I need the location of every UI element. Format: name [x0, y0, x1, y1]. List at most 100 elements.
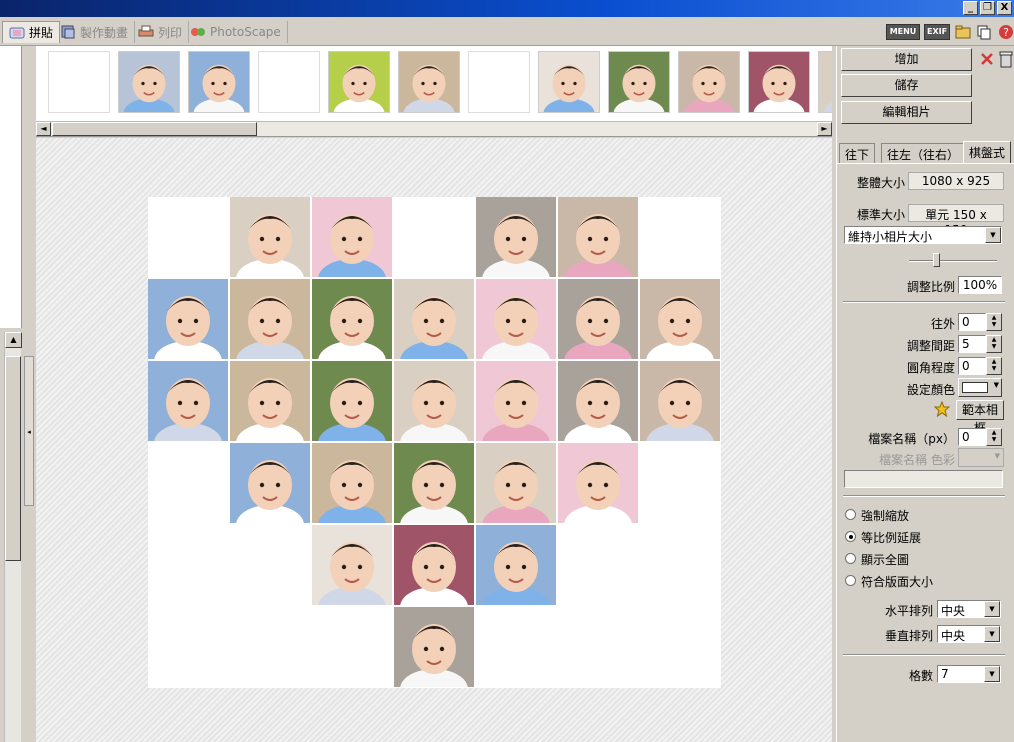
collage-photo-tile[interactable] [558, 443, 638, 523]
overall-size-label: 整體大小 [856, 176, 905, 190]
collage-photo-tile[interactable] [148, 361, 228, 441]
radio-force-scale-label: 強制縮放 [861, 509, 910, 523]
collage-photo-tile[interactable] [394, 279, 474, 359]
collage-sheet[interactable] [148, 197, 721, 688]
chevron-down-icon[interactable]: ▼ [984, 601, 1000, 617]
filmstrip-thumbnail[interactable] [48, 51, 110, 113]
collage-photo-tile[interactable] [640, 279, 720, 359]
chevron-down-icon[interactable]: ▼ [984, 666, 1000, 682]
filmstrip-thumbnail[interactable] [818, 51, 832, 113]
chevron-down-icon[interactable]: ▼ [984, 626, 1000, 642]
radio-fit-layout[interactable] [845, 575, 856, 586]
exif-icon[interactable]: EXIF [924, 24, 950, 40]
outer-spinner-icon[interactable]: ▲ ▼ [986, 313, 1002, 331]
vertical-scroll-thumb[interactable] [5, 356, 21, 561]
collage-photo-tile[interactable] [394, 525, 474, 605]
divider [843, 654, 1005, 656]
spacing-spinner-icon[interactable]: ▲ ▼ [986, 335, 1002, 353]
horizontal-scroll-thumb[interactable] [52, 122, 257, 136]
filmstrip-thumbnail[interactable] [258, 51, 320, 113]
filmstrip-thumbnail[interactable] [188, 51, 250, 113]
keep-size-select[interactable]: 維持小相片大小 [844, 226, 1002, 244]
collage-photo-tile[interactable] [476, 361, 556, 441]
radio-show-full[interactable] [845, 553, 856, 564]
collage-photo-tile[interactable] [312, 197, 392, 277]
collage-photo-tile[interactable] [476, 197, 556, 277]
collage-photo-tile[interactable] [312, 361, 392, 441]
corner-input[interactable]: 0 [958, 357, 986, 375]
tab-print[interactable]: 列印 [132, 21, 190, 43]
filmstrip-thumbnail[interactable] [118, 51, 180, 113]
scroll-left-arrow-icon[interactable]: ◄ [36, 122, 51, 136]
delete-icon[interactable] [979, 51, 995, 67]
color-picker[interactable]: ▼ [958, 378, 1002, 397]
options-panel: 增加 儲存 編輯相片 往下 往左（往右） 棋盤式 整體大小 1080 x 925… [836, 46, 1014, 742]
copy-icon[interactable] [976, 24, 992, 40]
scroll-right-arrow-icon[interactable]: ► [817, 122, 832, 136]
collage-photo-tile[interactable] [394, 361, 474, 441]
spacing-input[interactable]: 5 [958, 335, 986, 353]
panel-splitter[interactable]: ◂ [22, 328, 36, 742]
filmstrip-thumbnail[interactable] [678, 51, 740, 113]
help-icon[interactable]: ? [998, 24, 1014, 40]
scale-slider-track[interactable] [909, 260, 997, 262]
scale-slider-thumb[interactable] [933, 253, 940, 267]
radio-force-scale[interactable] [845, 509, 856, 520]
subtab-down[interactable]: 往下 [839, 143, 876, 163]
subtab-left-right[interactable]: 往左（往右） [881, 143, 966, 163]
divider [843, 301, 1005, 303]
collage-photo-tile[interactable] [476, 443, 556, 523]
tab-animation[interactable]: 製作動畫 [54, 21, 136, 43]
collage-photo-tile[interactable] [558, 279, 638, 359]
collage-photo-tile[interactable] [230, 361, 310, 441]
h-align-label: 水平排列 [884, 604, 933, 618]
collage-photo-tile[interactable] [312, 279, 392, 359]
filmstrip-thumbnail[interactable] [328, 51, 390, 113]
filmstrip-thumbnail[interactable] [468, 51, 530, 113]
collage-photo-tile[interactable] [230, 279, 310, 359]
folder-icon[interactable] [955, 24, 971, 40]
collage-photo-tile[interactable] [476, 525, 556, 605]
filmstrip-thumbnail[interactable] [608, 51, 670, 113]
collage-photo-tile[interactable] [640, 361, 720, 441]
tab-collage[interactable]: 拼貼 [2, 21, 61, 43]
collage-photo-tile[interactable] [148, 279, 228, 359]
frame-template-button[interactable]: 範本相框 [956, 400, 1004, 435]
scale-input[interactable]: 100% [958, 276, 1002, 294]
filename-size-input[interactable]: 0 [958, 428, 986, 446]
collage-photo-tile[interactable] [476, 279, 556, 359]
subtab-grid[interactable]: 棋盤式 [963, 141, 1012, 163]
add-button[interactable]: 增加 [841, 48, 972, 71]
photo-filmstrip[interactable] [36, 46, 832, 122]
collage-photo-tile[interactable] [394, 607, 474, 687]
vertical-scrollbar[interactable]: ▲ [4, 332, 22, 742]
chevron-down-icon[interactable]: ▼ [985, 227, 1001, 243]
collage-photo-tile[interactable] [394, 443, 474, 523]
collage-photo-tile[interactable] [558, 361, 638, 441]
splitter-grip-icon[interactable]: ◂ [24, 356, 34, 506]
collage-photo-tile[interactable] [312, 443, 392, 523]
filename-spinner-icon[interactable]: ▲ ▼ [986, 428, 1002, 446]
collage-photo-tile[interactable] [230, 443, 310, 523]
outer-input[interactable]: 0 [958, 313, 986, 331]
collage-photo-tile[interactable] [558, 197, 638, 277]
tab-photoscape[interactable]: PhotoScape [184, 21, 288, 43]
collage-photo-tile[interactable] [230, 197, 310, 277]
save-button[interactable]: 儲存 [841, 74, 972, 97]
corner-spinner-icon[interactable]: ▲ ▼ [986, 357, 1002, 375]
minimize-button[interactable]: _ [963, 1, 978, 15]
collage-photo-tile[interactable] [312, 525, 392, 605]
menu-icon[interactable]: MENU [886, 24, 920, 40]
restore-button[interactable]: ❐ [980, 1, 995, 15]
filmstrip-thumbnail[interactable] [538, 51, 600, 113]
filmstrip-thumbnail[interactable] [748, 51, 810, 113]
filmstrip-thumbnail[interactable] [398, 51, 460, 113]
horizontal-scrollbar[interactable]: ◄ ► [36, 121, 832, 137]
radio-proportional-extend-label: 等比例延展 [861, 531, 922, 545]
edit-photo-button[interactable]: 編輯相片 [841, 101, 972, 124]
radio-proportional-extend[interactable] [845, 531, 856, 542]
collage-canvas-area[interactable] [36, 138, 832, 742]
trash-icon[interactable] [998, 50, 1014, 68]
scroll-up-arrow-icon[interactable]: ▲ [5, 332, 22, 348]
close-button[interactable]: X [997, 1, 1012, 15]
